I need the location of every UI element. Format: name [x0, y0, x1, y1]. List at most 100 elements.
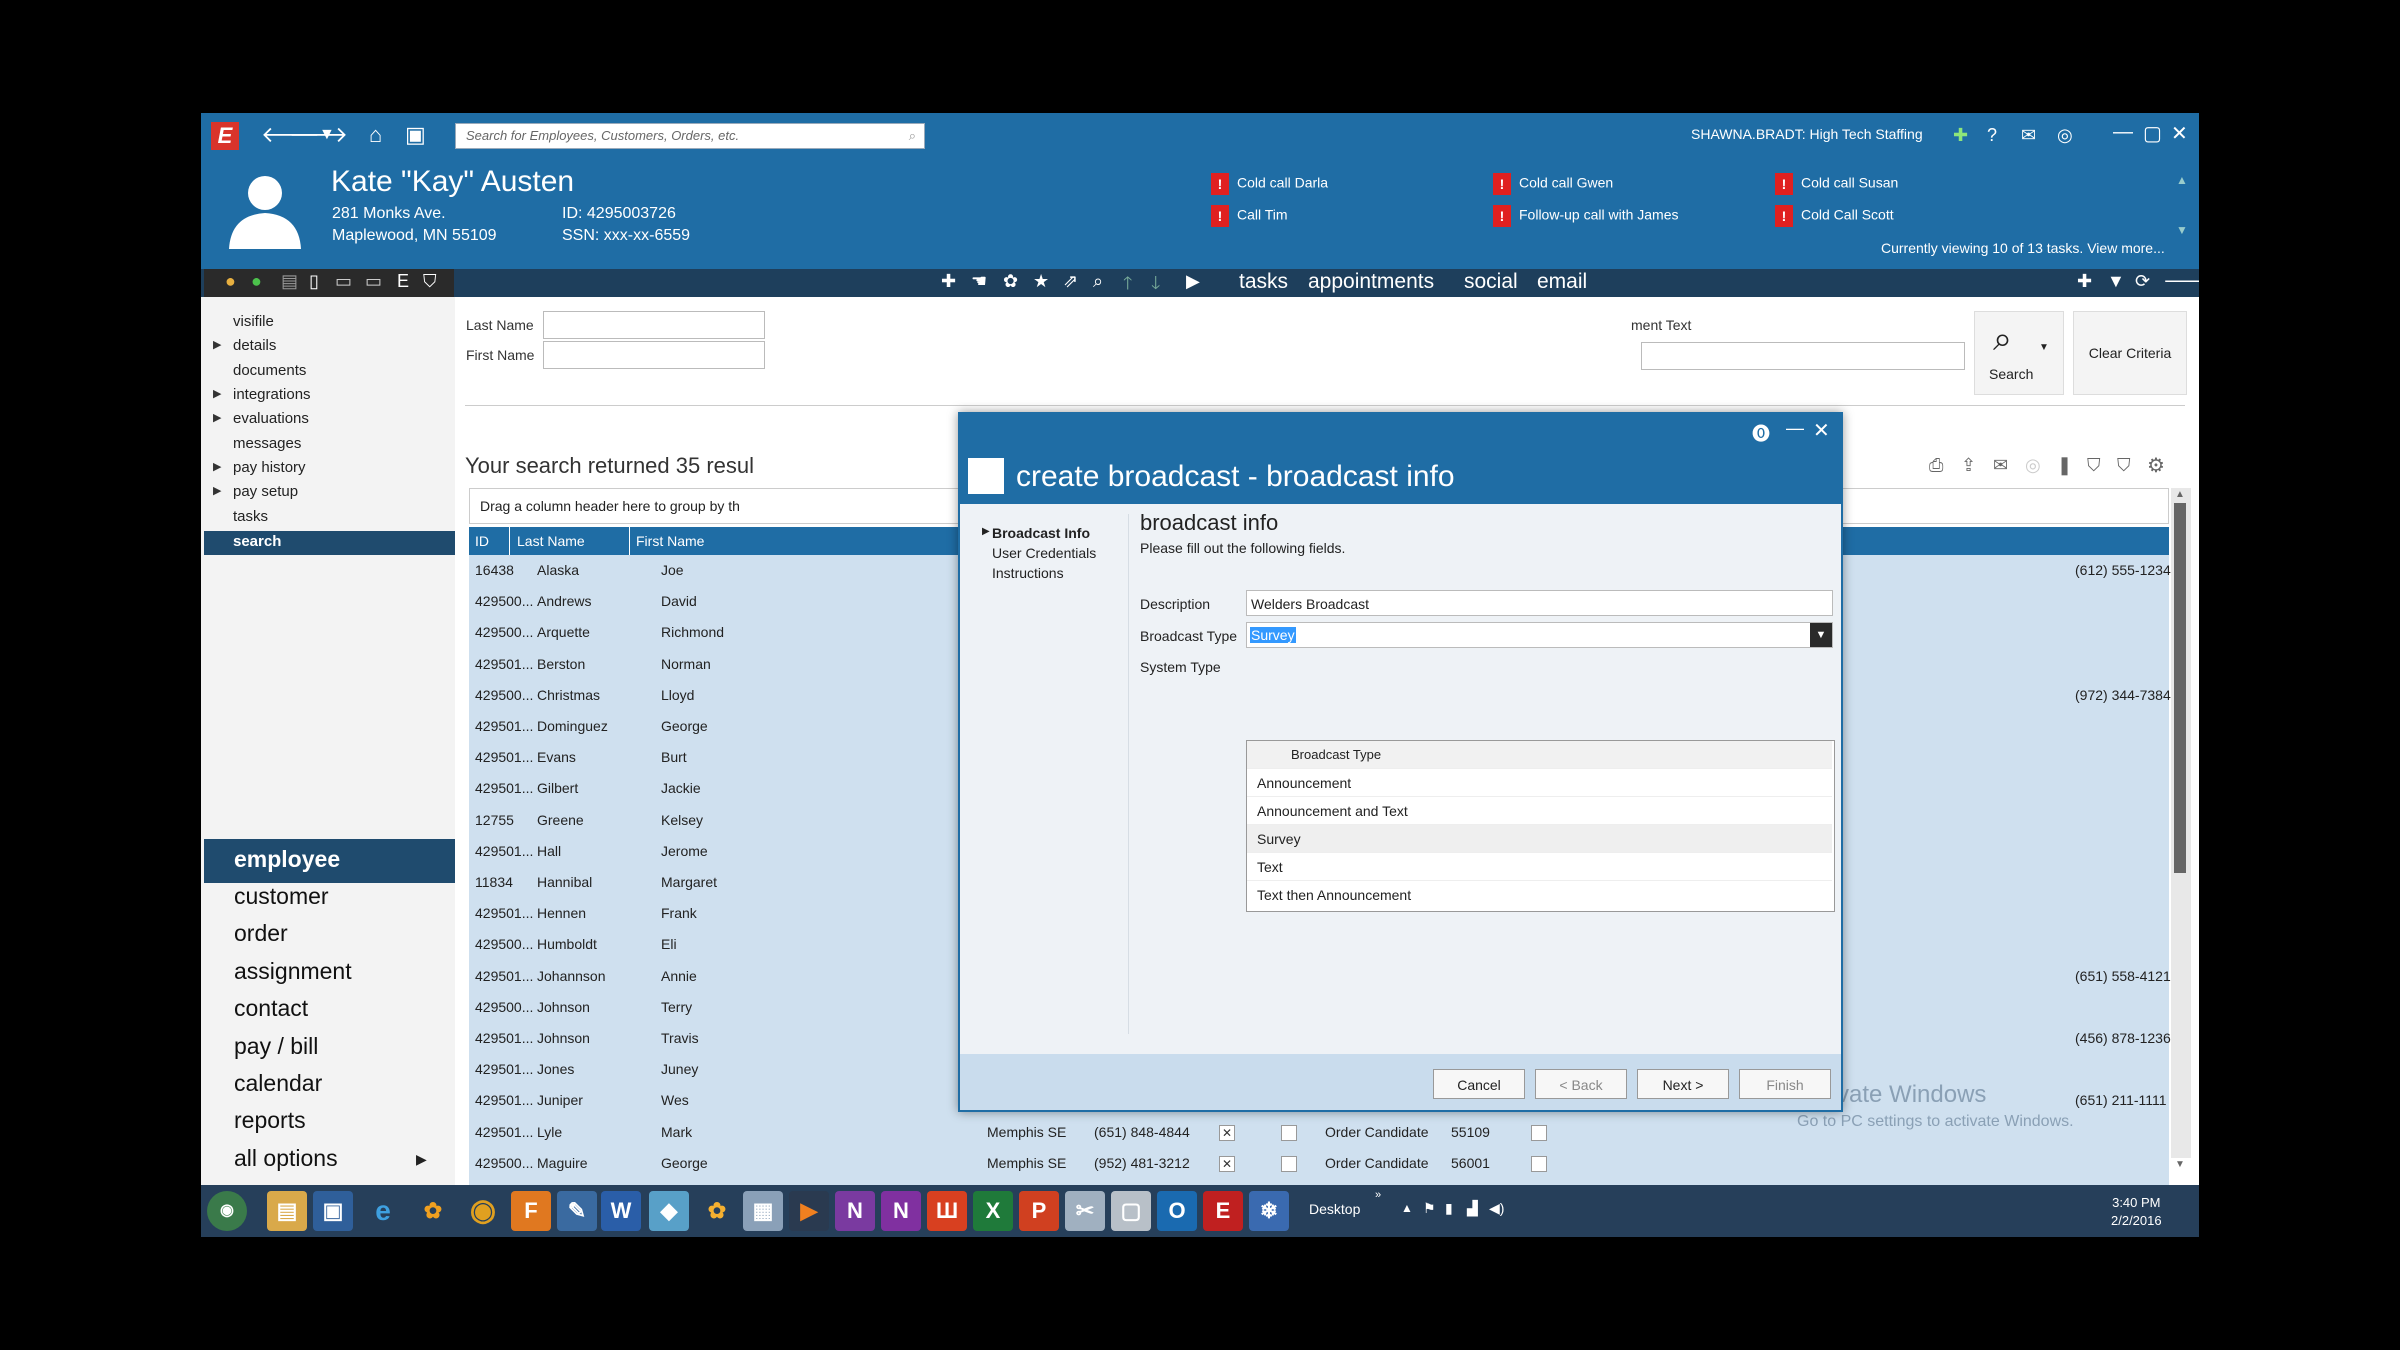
expand-arrow-icon[interactable]: ▶: [213, 338, 221, 351]
volume-icon[interactable]: ◀): [1489, 1200, 1504, 1217]
comment-text-input[interactable]: [1641, 342, 1965, 370]
tab-appointments[interactable]: appointments: [1308, 270, 1434, 294]
word-icon[interactable]: W: [601, 1191, 641, 1231]
page-icon[interactable]: ▯: [309, 271, 319, 292]
step-user-credentials[interactable]: User Credentials: [992, 545, 1096, 561]
signal-icon[interactable]: ▟: [1467, 1200, 1478, 1217]
search-icon[interactable]: ⌕: [909, 124, 916, 148]
settings-icon[interactable]: ⚙: [2147, 453, 2165, 478]
scroll-up-icon[interactable]: ▲: [2175, 489, 2185, 500]
next-icon[interactable]: 🡒: [2163, 271, 2199, 292]
puzzle-icon[interactable]: ✿: [1003, 271, 1018, 292]
refresh-icon[interactable]: ⟳: [2135, 271, 2150, 292]
table-row[interactable]: 429500... Maguire George Memphis SE (952) 48…: [469, 1148, 2169, 1179]
module-order[interactable]: order: [234, 920, 288, 947]
sidebar-item-messages[interactable]: messages: [233, 435, 301, 452]
clear-criteria-button[interactable]: Clear Criteria: [2073, 311, 2187, 395]
chevron-right-icon[interactable]: ▶: [416, 1151, 427, 1168]
dropdown-option[interactable]: Announcement: [1247, 769, 1832, 797]
internet-explorer-icon[interactable]: e: [363, 1191, 403, 1231]
bookmark-icon[interactable]: ❚: [2057, 455, 2072, 476]
task-item[interactable]: ! Cold call Darla: [1211, 173, 1328, 195]
external-icon[interactable]: ⇗: [1063, 271, 1078, 292]
star-icon[interactable]: ★: [1033, 271, 1049, 292]
sidebar-item-documents[interactable]: documents: [233, 362, 306, 379]
export-icon[interactable]: ⇪: [1961, 455, 1976, 476]
global-search-input[interactable]: Search for Employees, Customers, Orders,…: [455, 123, 925, 149]
tray-chevron-icon[interactable]: ▲: [1401, 1201, 1413, 1215]
dropdown-option[interactable]: Announcement and Text: [1247, 797, 1832, 825]
task-item[interactable]: ! Cold call Gwen: [1493, 173, 1613, 195]
help-icon[interactable]: ⓿: [1752, 420, 1770, 446]
expand-arrow-icon[interactable]: ▶: [213, 387, 221, 400]
home-icon[interactable]: ⌂: [369, 121, 382, 149]
battery-icon[interactable]: ▮: [1445, 1200, 1453, 1217]
filter-tasks-icon[interactable]: ▼: [2107, 271, 2125, 292]
broadcast-type-select[interactable]: Survey ▼: [1246, 622, 1833, 648]
module-assignment[interactable]: assignment: [234, 958, 352, 985]
help-icon[interactable]: ?: [1987, 121, 1997, 149]
sidebar-item-tasks[interactable]: tasks: [233, 508, 268, 525]
add-task-icon[interactable]: ✚: [2077, 271, 2092, 292]
snowflake-app-icon[interactable]: ✿: [697, 1191, 737, 1231]
file-explorer-icon[interactable]: ▤: [267, 1191, 307, 1231]
search-dropdown-icon[interactable]: ▼: [2039, 342, 2049, 353]
expand-arrow-icon[interactable]: ▶: [213, 411, 221, 424]
play-icon[interactable]: ▶: [1186, 271, 1200, 292]
first-name-input[interactable]: [543, 341, 765, 369]
flower-app-icon[interactable]: ✿: [413, 1191, 453, 1231]
module-customer[interactable]: customer: [234, 883, 329, 910]
task-item[interactable]: ! Call Tim: [1211, 205, 1288, 227]
search-icon[interactable]: ⌕: [1093, 271, 1103, 292]
step-instructions[interactable]: Instructions: [992, 565, 1064, 581]
calculator-icon[interactable]: ▦: [743, 1191, 783, 1231]
step-broadcast-info[interactable]: Broadcast Info: [992, 525, 1090, 541]
task-scroll-up-icon[interactable]: ▲: [2176, 173, 2188, 187]
finish-button[interactable]: Finish: [1739, 1069, 1831, 1099]
tab-email[interactable]: email: [1537, 270, 1587, 294]
add-icon[interactable]: ✚: [1953, 121, 1968, 149]
checkbox[interactable]: [1531, 1124, 1547, 1141]
sidebar-item-visifile[interactable]: visifile: [233, 313, 274, 330]
checkbox-checked[interactable]: ✕: [1219, 1155, 1235, 1172]
sidebar-item-integrations[interactable]: integrations: [233, 386, 311, 403]
computer-icon[interactable]: ▣: [313, 1191, 353, 1231]
dropdown-option[interactable]: Text: [1247, 853, 1832, 881]
desktop-toolbar-label[interactable]: Desktop: [1309, 1201, 1360, 1217]
maximize-icon[interactable]: ▢: [2143, 121, 2162, 146]
window-app-icon[interactable]: ▢: [1111, 1191, 1151, 1231]
checkbox[interactable]: [1281, 1124, 1297, 1141]
grid-scroll-thumb[interactable]: [2174, 503, 2186, 873]
sidebar-item-pay-history[interactable]: pay history: [233, 459, 306, 476]
down-arrow-icon[interactable]: 🡓: [1151, 271, 1160, 301]
status-icon[interactable]: ●: [251, 271, 262, 292]
expand-toolbar-icon[interactable]: »: [1375, 1189, 1381, 1201]
sidebar-item-search[interactable]: search: [233, 533, 281, 550]
search-button[interactable]: ⌕ ▼ Search: [1974, 311, 2064, 395]
column-header-last-name[interactable]: Last Name: [517, 533, 585, 549]
save-icon[interactable]: ▣: [405, 121, 426, 149]
media-player-icon[interactable]: ▶: [789, 1191, 829, 1231]
checkbox[interactable]: [1281, 1155, 1297, 1172]
card2-icon[interactable]: ▭: [365, 271, 382, 292]
task-scroll-down-icon[interactable]: ▼: [2176, 223, 2188, 237]
chrome-icon[interactable]: ◉: [463, 1191, 503, 1231]
hand-icon[interactable]: ☚: [971, 271, 987, 292]
chat-icon[interactable]: ✉: [2021, 121, 2036, 149]
filter-icon[interactable]: ⛉: [2087, 455, 2101, 476]
sidebar-item-details[interactable]: details: [233, 337, 276, 354]
history-dropdown-icon[interactable]: ▼: [319, 121, 335, 149]
tab-social[interactable]: social: [1464, 270, 1518, 294]
print-icon[interactable]: ⎙: [1929, 455, 1943, 476]
module-all-options[interactable]: all options: [234, 1145, 338, 1172]
up-arrow-icon[interactable]: 🡑: [1123, 271, 1132, 301]
close-icon[interactable]: ✕: [2171, 121, 2188, 146]
column-header-id[interactable]: ID: [475, 533, 489, 549]
task-view-more-link[interactable]: Currently viewing 10 of 13 tasks. View m…: [1881, 240, 2165, 256]
expand-arrow-icon[interactable]: ▶: [213, 484, 221, 497]
minimize-icon[interactable]: —: [2113, 121, 2133, 144]
onenote-icon[interactable]: N: [881, 1191, 921, 1231]
mail-icon[interactable]: ✉: [1993, 455, 2008, 476]
task-item[interactable]: ! Cold call Susan: [1775, 173, 1898, 195]
module-contact[interactable]: contact: [234, 995, 308, 1022]
